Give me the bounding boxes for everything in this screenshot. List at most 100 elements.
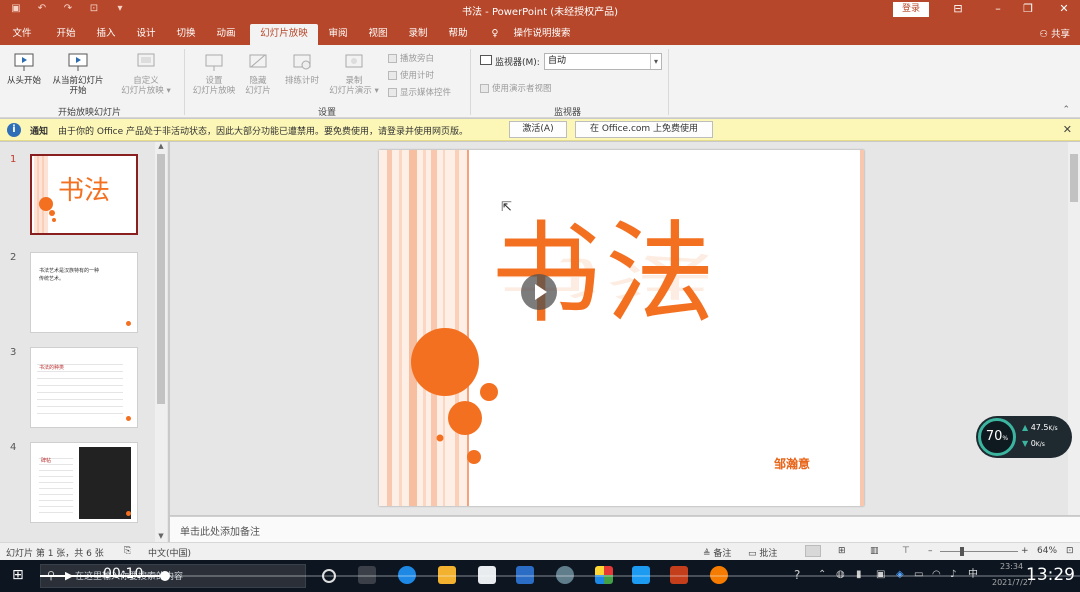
- notification-bar: i 通知 由于你的 Office 产品处于非活动状态，因此大部分功能已遭禁用。要…: [0, 119, 1080, 141]
- scrollbar-thumb[interactable]: [157, 154, 165, 404]
- close-icon[interactable]: ✕: [1056, 2, 1072, 16]
- activate-button[interactable]: 激活(A): [509, 121, 567, 138]
- group-separator: [470, 49, 471, 115]
- thumbnail-4-text: 碑帖: [41, 458, 52, 464]
- tab-review[interactable]: 审阅: [322, 24, 354, 45]
- tab-help[interactable]: 帮助: [442, 24, 474, 45]
- notice-message: 由于你的 Office 产品处于非活动状态，因此大部分功能已遭禁用。要免费使用，…: [58, 127, 468, 137]
- spelling-icon[interactable]: ⎘: [124, 546, 131, 556]
- notes-pane[interactable]: 单击此处添加备注: [170, 516, 1080, 542]
- slide-author[interactable]: 邹瀚意: [774, 455, 810, 472]
- share-label: 共享: [1050, 29, 1070, 40]
- presenter-view-checkbox[interactable]: 使用演示者视图: [480, 82, 552, 94]
- thumbnail-dot: [126, 511, 131, 516]
- comments-label: 批注: [759, 549, 778, 559]
- download-speed: ▼ 0K/s: [1022, 439, 1045, 448]
- comments-button[interactable]: ▭ 批注: [748, 546, 777, 559]
- custom-slide-show-button[interactable]: 自定义 幻灯片放映 ▾: [116, 51, 176, 96]
- hide-slide-button[interactable]: 隐藏 幻灯片: [240, 51, 276, 96]
- thumbnail-slide-2[interactable]: 书法艺术是汉族特有的一种传统艺术。: [30, 252, 138, 333]
- zoom-in-icon[interactable]: +: [1021, 546, 1029, 556]
- hide-label-2: 幻灯片: [245, 86, 271, 96]
- hide-slide-icon: [249, 54, 267, 68]
- slide-sorter-icon[interactable]: ⊞: [838, 546, 846, 556]
- title-bar: ▣ ↶ ↷ ⊡ ▾ 书法 - PowerPoint (未经授权产品) 登录 ⊟ …: [0, 0, 1080, 20]
- from-current-label-2: 开始: [69, 86, 87, 96]
- thumbnail-slide-4[interactable]: 碑帖: [30, 442, 138, 523]
- rehearse-label: 排练计时: [284, 76, 319, 86]
- rehearse-icon: [293, 54, 311, 70]
- scroll-down-icon[interactable]: ▼: [155, 532, 167, 542]
- tab-file[interactable]: 文件: [8, 24, 36, 45]
- media-play-button[interactable]: [521, 274, 557, 310]
- monitor-select[interactable]: 自动 ▾: [544, 53, 662, 70]
- play-narrations-checkbox[interactable]: 播放旁白: [388, 52, 434, 64]
- video-progress-knob[interactable]: [159, 571, 170, 581]
- notes-label: 备注: [713, 549, 732, 559]
- tab-view[interactable]: 视图: [362, 24, 394, 45]
- zoom-slider-knob[interactable]: [960, 547, 964, 556]
- slide-editing-area: 书法 书法 邹瀚意 ⇱: [170, 142, 1068, 515]
- thumbnail-slide-1[interactable]: 书法: [30, 154, 138, 235]
- login-button[interactable]: 登录: [893, 2, 929, 17]
- custom-label-1: 自定义: [133, 76, 159, 86]
- tab-record[interactable]: 录制: [402, 24, 434, 45]
- ribbon-display-icon[interactable]: ⊟: [950, 2, 966, 16]
- tab-design[interactable]: 设计: [130, 24, 162, 45]
- tab-transitions[interactable]: 切换: [170, 24, 202, 45]
- video-progress-fill: [40, 575, 165, 577]
- fit-to-window-icon[interactable]: ⊡: [1066, 546, 1074, 556]
- hide-label-1: 隐藏: [249, 76, 267, 86]
- tab-slide-show[interactable]: 幻灯片放映: [250, 24, 318, 45]
- status-bar: 幻灯片 第 1 张，共 6 张 ⎘ 中文(中国) ≜ 备注 ▭ 批注 ⊞ ▥ ⊤…: [0, 542, 1080, 560]
- custom-show-icon: [137, 53, 155, 67]
- minimize-icon[interactable]: –: [990, 2, 1006, 16]
- from-current-slide-button[interactable]: 从当前幻灯片 开始: [48, 51, 108, 96]
- language-indicator[interactable]: 中文(中国): [148, 546, 191, 559]
- info-icon: i: [7, 123, 21, 137]
- thumbnail-1-title: 书法: [58, 176, 111, 206]
- thumbnail-slide-3[interactable]: 书法的种类: [30, 347, 138, 428]
- rehearse-timings-button[interactable]: 排练计时: [280, 51, 324, 86]
- use-timings-checkbox[interactable]: 使用计时: [388, 69, 434, 81]
- zoom-level[interactable]: 64%: [1037, 546, 1057, 556]
- tab-home[interactable]: 开始: [50, 24, 82, 45]
- zoom-out-icon[interactable]: –: [928, 546, 933, 556]
- maximize-icon[interactable]: ❐: [1020, 2, 1036, 16]
- chevron-down-icon: ▾: [650, 54, 661, 69]
- group-separator: [184, 49, 185, 115]
- share-button[interactable]: ⚇ 共享: [1039, 26, 1070, 40]
- normal-view-icon[interactable]: [805, 545, 821, 557]
- presenter-view-label: 使用演示者视图: [492, 84, 552, 94]
- video-progress-bar[interactable]: [40, 571, 1080, 581]
- tab-animations[interactable]: 动画: [210, 24, 242, 45]
- collapse-ribbon-icon[interactable]: ⌃: [1062, 105, 1070, 115]
- reading-view-icon[interactable]: ▥: [870, 546, 879, 556]
- setup-slide-show-button[interactable]: 设置 幻灯片放映: [188, 51, 240, 96]
- setup-group-label: 设置: [318, 108, 337, 118]
- zoom-slider[interactable]: [940, 551, 1018, 552]
- slideshow-view-icon[interactable]: ⊤: [902, 546, 910, 556]
- use-web-button[interactable]: 在 Office.com 上免费使用: [575, 121, 713, 138]
- upload-speed: ▲ 47.5K/s: [1022, 423, 1058, 432]
- notes-button[interactable]: ≜ 备注: [703, 546, 731, 559]
- slide-thumbnails-pane: 1 书法 2 书法艺术是汉族特有的一种传统艺术。 3 书法的种类 4 碑帖 ▲ …: [0, 142, 168, 542]
- usage-gauge: 70%: [978, 418, 1016, 456]
- thumbnail-scrollbar[interactable]: ▲ ▼: [155, 142, 167, 542]
- show-media-controls-checkbox[interactable]: 显示媒体控件: [388, 86, 451, 98]
- person-icon: ⚇: [1039, 29, 1051, 40]
- tell-me-search[interactable]: 操作说明搜索: [506, 24, 578, 45]
- slide-counter: 幻灯片 第 1 张，共 6 张: [6, 549, 104, 559]
- editor-scrollbar[interactable]: [1068, 142, 1080, 515]
- play-icon: [535, 284, 547, 300]
- close-icon[interactable]: ✕: [1063, 123, 1072, 136]
- ribbon-tabs: 文件 开始 插入 设计 切换 动画 幻灯片放映 审阅 视图 录制 帮助 ♀ 操作…: [0, 20, 1080, 45]
- tab-insert[interactable]: 插入: [90, 24, 122, 45]
- current-slide[interactable]: 书法 书法 邹瀚意 ⇱: [379, 150, 864, 506]
- windows-start-icon[interactable]: ⊞: [12, 566, 30, 584]
- scroll-up-icon[interactable]: ▲: [155, 142, 167, 152]
- from-beginning-button[interactable]: 从头开始: [4, 51, 44, 86]
- thumbnail-3-text: 书法的种类: [39, 365, 65, 371]
- scrollbar-thumb[interactable]: [1070, 154, 1078, 202]
- record-slide-show-button[interactable]: 录制 幻灯片演示 ▾: [326, 51, 382, 96]
